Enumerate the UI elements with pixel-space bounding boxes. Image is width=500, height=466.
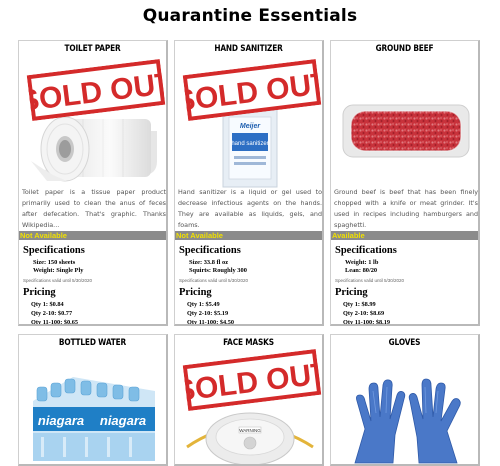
price-line: Qty 2-10: $8.69 — [343, 310, 385, 317]
spec-valid-note: Specifications valid until 5/30/2020 — [335, 278, 405, 283]
spec-valid-note: Specifications valid until 5/30/2020 — [179, 278, 249, 283]
bottle-brand: Meijer — [240, 123, 262, 130]
price-line: Qty 1: $0.84 — [31, 301, 64, 308]
spec-line: Size: 33.8 fl oz — [189, 259, 229, 266]
product-description: Ground beef is beef that has been finely… — [334, 188, 478, 229]
specifications-heading: Specifications — [23, 245, 85, 256]
availability-badge: Not Available — [175, 231, 322, 240]
water-brand: niagara — [38, 413, 84, 428]
specifications-heading: Specifications — [179, 245, 241, 256]
bottle-label: hand sanitizer — [231, 141, 268, 147]
mask-label: WARNING — [239, 428, 261, 433]
product-card-face-masks[interactable]: FACE MASKS WARNING SOLD OUT — [174, 334, 324, 466]
product-card-hand-sanitizer[interactable]: HAND SANITIZER Meijer hand sanitizer SOL… — [174, 40, 324, 326]
product-title: FACE MASKS — [223, 338, 274, 348]
page-title: Quarantine Essentials — [142, 6, 358, 26]
water-brand: niagara — [100, 413, 146, 428]
product-card-ground-beef[interactable]: GROUND BEEF Ground beef is beef that has… — [330, 40, 480, 326]
price-line: Qty 1: $5.49 — [187, 301, 220, 308]
price-line: Qty 11-100: $0.65 — [31, 319, 79, 326]
product-title: HAND SANITIZER — [214, 44, 283, 54]
product-title: GLOVES — [388, 338, 421, 348]
product-card-toilet-paper[interactable]: TOILET PAPER SOLD OUT Toilet paper is a … — [18, 40, 168, 326]
product-title: GROUND BEEF — [375, 44, 434, 54]
spec-line: Lean: 80/20 — [345, 267, 378, 274]
ground-beef-image — [335, 57, 477, 189]
availability-badge: Not Available — [19, 231, 166, 240]
pricing-heading: Pricing — [179, 287, 212, 298]
bottled-water-image: niagara niagara — [23, 351, 165, 464]
spec-line: Size: 150 sheets — [33, 259, 76, 266]
spec-line: Weight: 1 lb — [345, 259, 379, 266]
spec-line: Squirts: Roughly 300 — [189, 267, 247, 274]
gloves-image — [335, 351, 477, 464]
product-card-gloves[interactable]: GLOVES — [330, 334, 480, 466]
price-line: Qty 2-10: $5.19 — [187, 310, 229, 317]
price-line: Qty 11-100: $4.50 — [187, 319, 235, 326]
product-description: Toilet paper is a tissue paper product p… — [22, 188, 166, 229]
availability-badge: Available — [331, 231, 478, 240]
price-line: Qty 11-100: $8.19 — [343, 319, 391, 326]
pricing-heading: Pricing — [335, 287, 368, 298]
product-card-bottled-water[interactable]: BOTTLED WATER niagara niagara — [18, 334, 168, 466]
spec-line: Weight: Single Ply — [33, 267, 84, 274]
product-description: Hand sanitizer is a liquid or gel used t… — [178, 188, 322, 229]
spec-valid-note: Specifications valid until 5/30/2020 — [23, 278, 93, 283]
price-line: Qty 1: $8.99 — [343, 301, 376, 308]
specifications-heading: Specifications — [335, 245, 397, 256]
pricing-heading: Pricing — [23, 287, 56, 298]
product-title: BOTTLED WATER — [58, 338, 127, 348]
price-line: Qty 2-10: $0.77 — [31, 310, 73, 317]
product-title: TOILET PAPER — [64, 44, 121, 54]
